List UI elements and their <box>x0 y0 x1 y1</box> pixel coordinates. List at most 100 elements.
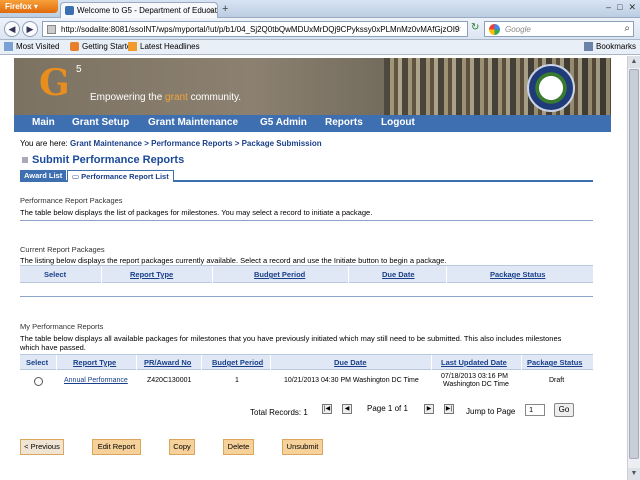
first-page-icon[interactable]: |◀ <box>322 404 332 414</box>
site-favicon-icon <box>65 6 74 16</box>
divider <box>20 220 593 221</box>
firefox-page-icon <box>70 42 79 52</box>
page-content: G 5 Empowering the grant community. Main… <box>0 56 640 480</box>
browser-tabbar: Firefox ▾ Welcome to G5 - Department of … <box>0 0 640 18</box>
unsubmit-button[interactable]: Unsubmit <box>282 439 323 455</box>
back-icon[interactable]: ◀ <box>4 21 20 37</box>
tab-performance-report-list[interactable]: ▭ Performance Report List <box>67 170 174 182</box>
close-tab-icon[interactable]: ✕ <box>207 6 214 15</box>
col-select: Select <box>26 358 49 367</box>
current-packages-header: Select Report Type Budget Period Due Dat… <box>20 265 593 283</box>
google-icon <box>489 24 500 35</box>
tab-title: Welcome to G5 - Department of Educati... <box>77 6 218 15</box>
pager: Total Records: 1 |◀ ◀ Page 1 of 1 ▶ ▶| J… <box>20 400 593 420</box>
banner-tagline: Empowering the grant community. <box>90 92 242 103</box>
col-award-no-sort[interactable]: PR/Award No <box>144 358 191 367</box>
forward-icon[interactable]: ▶ <box>22 21 38 37</box>
go-button[interactable]: Go <box>554 403 574 417</box>
col-budget-period-sort[interactable]: Budget Period <box>254 270 305 279</box>
delete-button[interactable]: Delete <box>223 439 254 455</box>
report-type-link[interactable]: Annual Performance <box>64 377 128 384</box>
search-input[interactable]: Google ⌕ <box>484 21 634 37</box>
col-report-type-sort[interactable]: Report Type <box>130 270 173 279</box>
previous-button[interactable]: < Previous <box>20 439 64 455</box>
due-date: 10/21/2013 04:30 PM Washington DC Time <box>284 377 419 384</box>
maximize-icon[interactable]: □ <box>617 2 622 12</box>
site-identity-icon <box>47 25 56 34</box>
prev-page-icon[interactable]: ◀ <box>342 404 352 414</box>
tab-award-list[interactable]: Award List <box>20 170 67 182</box>
copy-button[interactable]: Copy <box>169 439 195 455</box>
g5-logo-superscript: 5 <box>76 64 82 75</box>
scroll-thumb[interactable] <box>629 69 639 459</box>
last-updated-date: 07/18/2013 03:16 PM <box>441 373 508 380</box>
prp-title: Performance Report Packages <box>20 196 123 205</box>
next-page-icon[interactable]: ▶ <box>424 404 434 414</box>
bookmark-getting-started[interactable]: Getting Started <box>70 42 136 52</box>
prp-description: The table below displays the list of pac… <box>20 208 373 217</box>
menu-reports[interactable]: Reports <box>325 117 363 128</box>
menu-grant-maintenance[interactable]: Grant Maintenance <box>148 117 238 128</box>
crp-description: The listing below displays the report pa… <box>20 256 447 265</box>
row-select-radio[interactable] <box>34 377 43 386</box>
bookmark-latest-headlines[interactable]: Latest Headlines <box>128 42 200 52</box>
col-package-status-sort[interactable]: Package Status <box>490 270 545 279</box>
main-menu: Main Grant Setup Grant Maintenance G5 Ad… <box>14 115 611 132</box>
jump-page-input[interactable]: 1 <box>525 404 545 416</box>
award-no: Z420C130001 <box>147 377 192 384</box>
vertical-scrollbar[interactable]: ▲ ▼ <box>627 56 640 480</box>
total-records: Total Records: 1 <box>250 408 308 417</box>
page-indicator: Page 1 of 1 <box>367 404 408 413</box>
new-tab-button[interactable]: + <box>222 3 228 15</box>
scroll-down-icon[interactable]: ▼ <box>628 468 640 480</box>
minimize-icon[interactable]: – <box>606 2 611 12</box>
col-package-status-sort[interactable]: Package Status <box>527 358 582 367</box>
scroll-up-icon[interactable]: ▲ <box>628 56 640 68</box>
url-text: http://sodalite:8081/ssoINT/wps/myportal… <box>61 25 460 34</box>
edit-report-button[interactable]: Edit Report <box>92 439 141 455</box>
package-status: Draft <box>549 377 565 384</box>
menu-grant-setup[interactable]: Grant Setup <box>72 117 129 128</box>
firefox-menu-button[interactable]: Firefox ▾ <box>0 0 58 13</box>
menu-main[interactable]: Main <box>32 117 55 128</box>
last-updated-zone: Washington DC Time <box>443 381 509 388</box>
reload-icon[interactable]: ↻ <box>471 22 479 33</box>
breadcrumb-path[interactable]: Grant Maintenance > Performance Reports … <box>70 139 322 148</box>
col-due-date-sort[interactable]: Due Date <box>334 358 367 367</box>
library-shelves-image <box>384 58 611 115</box>
budget-period: 1 <box>235 377 239 384</box>
search-icon[interactable]: ⌕ <box>624 23 630 34</box>
g5-logo: G <box>39 62 70 104</box>
bookmarks-menu[interactable]: Bookmarks <box>583 42 636 52</box>
url-bar[interactable]: http://sodalite:8081/ssoINT/wps/myportal… <box>42 21 468 37</box>
g5-banner: G 5 Empowering the grant community. <box>14 58 611 115</box>
close-window-icon[interactable]: ✕ <box>628 2 636 12</box>
my-reports-header: Select Report Type PR/Award No Budget Pe… <box>20 354 593 370</box>
breadcrumb: You are here: Grant Maintenance > Perfor… <box>20 139 322 148</box>
mpr-description-cont: which have passed. <box>20 343 86 352</box>
table-row[interactable]: Annual Performance Z420C130001 1 10/21/2… <box>20 372 593 394</box>
bookmarks-toolbar: Most Visited Getting Started Latest Head… <box>0 40 640 55</box>
last-page-icon[interactable]: ▶| <box>444 404 454 414</box>
col-report-type-sort[interactable]: Report Type <box>73 358 116 367</box>
bookmarks-icon <box>583 42 593 52</box>
bookmark-star-icon[interactable]: ☆ <box>454 23 462 34</box>
col-select: Select <box>44 270 67 279</box>
divider <box>20 296 593 297</box>
rss-feed-icon <box>128 42 137 52</box>
col-due-date-sort[interactable]: Due Date <box>382 270 415 279</box>
mpr-description: The table below displays all available p… <box>20 334 562 343</box>
jump-label: Jump to Page <box>466 407 516 416</box>
page-title: Submit Performance Reports <box>22 154 184 166</box>
crp-title: Current Report Packages <box>20 245 105 254</box>
browser-tab-active[interactable]: Welcome to G5 - Department of Educati...… <box>60 2 218 18</box>
browser-navbar: ◀ ▶ http://sodalite:8081/ssoINT/wps/mypo… <box>0 18 640 40</box>
col-budget-period-sort[interactable]: Budget Period <box>212 358 263 367</box>
bookmark-folder-icon <box>4 42 13 52</box>
tab-strip: Award List ▭ Performance Report List <box>20 170 593 182</box>
bookmark-most-visited[interactable]: Most Visited <box>4 42 59 52</box>
col-last-updated-sort[interactable]: Last Updated Date <box>441 358 507 367</box>
window-controls: – □ ✕ <box>600 2 636 13</box>
menu-logout[interactable]: Logout <box>381 117 415 128</box>
menu-g5-admin[interactable]: G5 Admin <box>260 117 307 128</box>
